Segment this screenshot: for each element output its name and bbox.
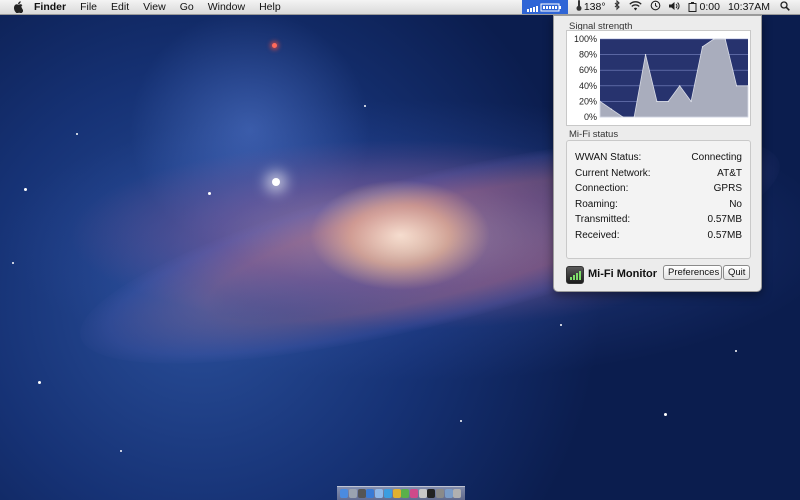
y-tick-label: 80% <box>579 50 597 60</box>
signal-data-point <box>736 85 738 87</box>
terminal-dock-icon[interactable] <box>427 489 436 498</box>
mifi-signal-icon[interactable] <box>521 0 568 14</box>
dock <box>337 486 465 500</box>
star <box>460 420 462 422</box>
menu-go[interactable]: Go <box>180 1 194 13</box>
signal-data-point <box>622 116 624 118</box>
signal-data-point <box>644 54 647 56</box>
wifi-icon[interactable] <box>628 0 642 14</box>
star <box>24 188 27 191</box>
temperature-text[interactable]: 138° <box>584 1 606 13</box>
mifi-monitor-panel: Signal strength 100% 80% 60% 40% 20% 0% Mi-Fi… <box>553 15 762 292</box>
star <box>735 350 737 352</box>
panel-footer: Mi-Fi Monitor Preferences Quit <box>566 265 750 284</box>
app-store-dock-icon[interactable] <box>366 489 375 498</box>
mission-control-dock-icon[interactable] <box>357 489 366 498</box>
ichat-dock-icon[interactable] <box>401 489 410 498</box>
clock[interactable]: 10:37AM <box>728 1 770 13</box>
mifi-status-box: WWAN Status: Connecting Current Network:… <box>566 140 751 259</box>
volume-icon[interactable] <box>668 1 680 14</box>
time-machine-icon[interactable] <box>650 0 661 14</box>
status-value: GPRS <box>713 183 742 194</box>
star <box>38 381 41 384</box>
status-value: AT&T <box>717 167 742 179</box>
downloads-dock-icon[interactable] <box>444 489 453 498</box>
status-label: Transmitted: <box>575 214 631 225</box>
signal-data-point <box>747 85 749 87</box>
status-row-wwan: WWAN Status: Connecting <box>575 152 742 166</box>
menu-file[interactable]: File <box>80 1 97 13</box>
status-value: 0.57MB <box>707 214 742 225</box>
status-value: No <box>729 198 742 210</box>
status-row-network: Current Network: AT&T <box>575 168 742 182</box>
menu-help[interactable]: Help <box>259 1 281 13</box>
safari-dock-icon[interactable] <box>383 489 392 498</box>
signal-chart-svg: 100% 80% 60% 40% 20% 0% <box>574 34 749 122</box>
signal-data-point <box>679 85 681 87</box>
trash-dock-icon[interactable] <box>453 489 462 498</box>
preferences-button[interactable]: Preferences <box>663 265 722 280</box>
spotlight-search-icon[interactable] <box>780 0 790 14</box>
menu-view[interactable]: View <box>143 1 166 13</box>
status-label: Current Network: <box>575 167 651 179</box>
battery-time[interactable]: 0:00 <box>700 1 720 13</box>
star <box>664 413 667 416</box>
signal-data-point <box>701 46 704 48</box>
signal-data-point <box>610 108 612 110</box>
status-menus: 138° 0:00 10:37AM <box>521 0 800 14</box>
y-tick-label: 40% <box>579 81 597 91</box>
menu-window[interactable]: Window <box>208 1 245 13</box>
mifi-app-icon <box>566 266 584 284</box>
apple-icon[interactable] <box>12 1 24 13</box>
signal-data-point <box>667 100 669 102</box>
star <box>560 324 562 326</box>
menu-bar: Finder File Edit View Go Window Help 138 <box>0 0 800 15</box>
quit-button[interactable]: Quit <box>723 265 750 280</box>
menu-edit[interactable]: Edit <box>111 1 129 13</box>
status-row-transmitted: Transmitted: 0.57MB <box>575 214 742 228</box>
finder-dock-icon[interactable] <box>340 489 349 498</box>
star <box>364 105 366 107</box>
mail-dock-icon[interactable] <box>375 489 384 498</box>
bluetooth-icon[interactable] <box>614 0 621 14</box>
red-star <box>272 43 277 48</box>
itunes-dock-icon[interactable] <box>409 489 418 498</box>
status-label: WWAN Status: <box>575 152 642 163</box>
preview-dock-icon[interactable] <box>418 489 427 498</box>
menu-finder[interactable]: Finder <box>34 1 66 13</box>
status-label: Connection: <box>575 183 629 194</box>
bright-star <box>272 178 280 186</box>
status-row-received: Received: 0.57MB <box>575 230 742 244</box>
y-tick-label: 100% <box>574 34 597 44</box>
star <box>12 262 14 264</box>
signal-data-point <box>599 100 601 102</box>
status-row-roaming: Roaming: No <box>575 199 742 213</box>
star <box>76 133 78 135</box>
signal-strength-chart: 100% 80% 60% 40% 20% 0% <box>566 30 751 126</box>
signal-data-point <box>690 100 692 102</box>
signal-data-point <box>713 38 715 40</box>
signal-data-point <box>633 116 635 118</box>
status-label: Received: <box>575 229 620 241</box>
y-tick-label: 60% <box>579 65 597 75</box>
star <box>208 192 211 195</box>
mifi-status-label: Mi-Fi status <box>569 129 619 140</box>
star <box>120 450 122 452</box>
status-label: Roaming: <box>575 198 618 210</box>
status-value: Connecting <box>691 152 742 163</box>
launchpad-dock-icon[interactable] <box>349 489 358 498</box>
system-preferences-dock-icon[interactable] <box>436 489 445 498</box>
y-tick-label: 20% <box>579 96 597 106</box>
status-value: 0.57MB <box>707 229 742 241</box>
battery-icon[interactable] <box>688 2 697 12</box>
signal-data-point <box>656 100 658 102</box>
thermometer-icon[interactable] <box>576 0 582 14</box>
status-row-connection: Connection: GPRS <box>575 183 742 197</box>
app-name: Mi-Fi Monitor <box>588 268 658 280</box>
chrome-dock-icon[interactable] <box>392 489 401 498</box>
y-tick-label: 0% <box>584 112 597 122</box>
signal-data-point <box>724 38 726 40</box>
